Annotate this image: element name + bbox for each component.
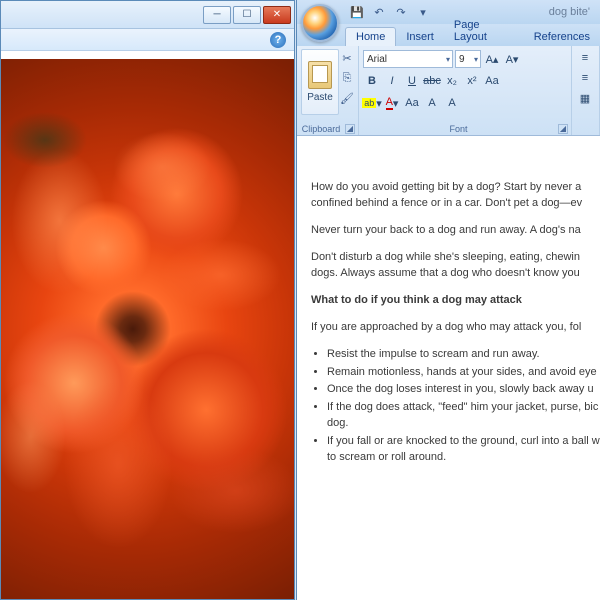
paste-button[interactable]: Paste [301,49,339,115]
save-icon[interactable]: 💾 [349,4,365,20]
tab-page-layout[interactable]: Page Layout [444,16,524,46]
paste-icon [308,61,332,89]
doc-text: If you are approached by a dog who may a… [311,320,600,336]
doc-text: dogs. Always assume that a dog who doesn… [311,267,580,279]
qat-more-icon[interactable]: ▾ [415,4,431,20]
bullets-button[interactable]: ≡ [576,49,594,67]
undo-icon[interactable]: ↶ [371,4,387,20]
italic-button[interactable]: I [383,72,401,90]
doc-text: How do you avoid getting bit by a dog? S… [311,181,581,193]
tab-references[interactable]: References [524,28,600,46]
align-left-button[interactable]: ≡ [576,69,594,87]
borders-button[interactable]: ▦ [576,89,594,107]
font-color-button[interactable]: A▾ [383,94,401,112]
grow-font-2-button[interactable]: A [423,94,441,112]
tab-insert[interactable]: Insert [396,28,444,46]
font-name-select[interactable]: Arial [363,50,453,68]
office-button[interactable] [301,4,339,42]
clipboard-dialog-launcher[interactable]: ◢ [345,124,355,134]
flower-image [1,59,294,599]
document-area[interactable]: How do you avoid getting bit by a dog? S… [297,136,600,600]
strikethrough-button[interactable]: abc [423,72,441,90]
left-titlebar: ─ ☐ ✕ [1,1,294,29]
cut-icon[interactable]: ✂ [339,49,355,67]
clipboard-group: Paste ✂ ⎘ 🖌 Clipboard◢ [297,46,359,135]
doc-text: confined behind a fence or in a car. Don… [311,197,582,209]
image-viewer-window: ─ ☐ ✕ ? [0,0,295,600]
font-group: Arial 9 A▴ A▾ B I U abc x₂ x² Aa ab▾ A▾ … [359,46,572,135]
bold-button[interactable]: B [363,72,381,90]
redo-icon[interactable]: ↷ [393,4,409,20]
highlight-button[interactable]: ab▾ [363,94,381,112]
clear-formatting-button[interactable]: Aa [403,94,421,112]
doc-heading: What to do if you think a dog may attack [311,293,600,309]
word-window: 💾 ↶ ↷ ▾ dog bite' Home Insert Page Layou… [296,0,600,600]
minimize-button[interactable]: ─ [203,6,231,24]
clipboard-group-label: Clipboard◢ [297,124,358,134]
shrink-font-button[interactable]: A▾ [503,50,521,68]
superscript-button[interactable]: x² [463,72,481,90]
shrink-font-2-button[interactable]: A [443,94,461,112]
font-size-select[interactable]: 9 [455,50,481,68]
list-item: If you fall or are knocked to the ground… [327,434,600,466]
list-item: Remain motionless, hands at your sides, … [327,365,600,381]
subscript-button[interactable]: x₂ [443,72,461,90]
paragraph-group: ≡ ≡ ▦ [572,46,600,135]
change-case-button[interactable]: Aa [483,72,501,90]
underline-button[interactable]: U [403,72,421,90]
help-icon[interactable]: ? [270,32,286,48]
format-painter-icon[interactable]: 🖌 [339,89,355,107]
close-button[interactable]: ✕ [263,6,291,24]
tab-home[interactable]: Home [345,27,396,46]
list-item: Resist the impulse to scream and run awa… [327,347,600,363]
font-dialog-launcher[interactable]: ◢ [558,124,568,134]
ribbon-tabs: Home Insert Page Layout References [297,24,600,46]
maximize-button[interactable]: ☐ [233,6,261,24]
list-item: If the dog does attack, "feed" him your … [327,400,600,432]
copy-icon[interactable]: ⎘ [339,69,355,87]
paste-label: Paste [307,92,333,103]
grow-font-button[interactable]: A▴ [483,50,501,68]
image-area [1,51,294,599]
doc-text: Don't disturb a dog while she's sleeping… [311,251,580,263]
font-group-label: Font◢ [359,124,571,134]
doc-text: Never turn your back to a dog and run aw… [311,223,600,239]
list-item: Once the dog loses interest in you, slow… [327,382,600,398]
document-title: dog bite' [549,6,590,18]
ribbon: Paste ✂ ⎘ 🖌 Clipboard◢ Arial 9 A▴ A▾ B I… [297,46,600,136]
left-toolbar: ? [1,29,294,51]
quick-access-toolbar: 💾 ↶ ↷ ▾ [349,4,431,20]
doc-bullet-list: Resist the impulse to scream and run awa… [311,347,600,467]
